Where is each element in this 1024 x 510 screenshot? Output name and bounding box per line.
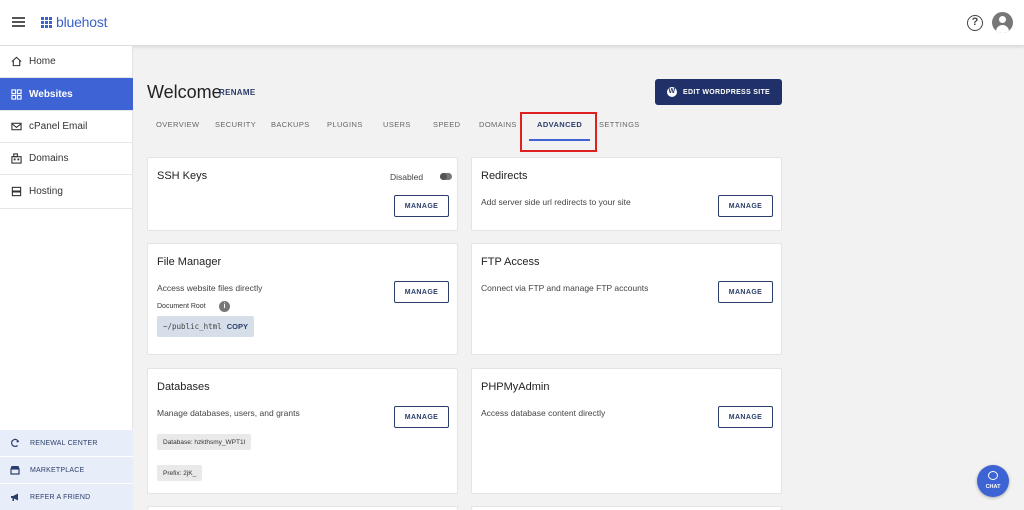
hamburger-icon[interactable] — [12, 17, 25, 27]
sidebar-item-cpanel-email[interactable]: cPanel Email — [0, 111, 133, 143]
tab-backups[interactable]: BACKUPS — [271, 120, 310, 142]
sidebar-item-renewal-center[interactable]: RENEWAL CENTER — [0, 429, 133, 456]
help-icon[interactable]: ? — [967, 15, 983, 31]
phpmyadmin-manage-button[interactable]: MANAGE — [718, 406, 773, 428]
database-name-chip: Database: hzkthsmy_WPT1I — [157, 434, 252, 450]
card-title: File Manager — [157, 256, 222, 268]
sidebar-item-label: Domains — [29, 153, 69, 164]
document-root-value: ~/public_html — [163, 322, 222, 331]
sidebar-item-marketplace[interactable]: MARKETPLACE — [0, 456, 133, 483]
file-manager-manage-button[interactable]: MANAGE — [394, 281, 449, 303]
sidebar-item-label: Websites — [29, 88, 73, 100]
email-icon — [10, 121, 22, 133]
brand-name: bluehost — [56, 14, 108, 30]
file-manager-card: File Manager Access website files direct… — [147, 243, 458, 355]
user-icon[interactable] — [992, 12, 1013, 33]
tab-security[interactable]: SECURITY — [215, 120, 256, 142]
home-icon — [10, 56, 22, 68]
tab-overview[interactable]: OVERVIEW — [156, 120, 200, 142]
next-card-peek — [471, 506, 782, 510]
sidebar-item-label: cPanel Email — [29, 121, 88, 132]
ssh-status-label: Disabled — [390, 172, 424, 182]
sidebar-item-hosting[interactable]: Hosting — [0, 175, 133, 209]
page-title: Welcome — [147, 82, 222, 102]
sidebar: Home Websites cPanel Email Domains Hosti… — [0, 46, 133, 510]
websites-icon — [10, 88, 22, 100]
next-card-peek — [147, 506, 458, 510]
top-bar: bluehost ? — [0, 0, 1024, 46]
sidebar-item-label: Home — [29, 56, 56, 67]
brand-logo[interactable]: bluehost — [41, 14, 108, 30]
card-description: Access database content directly — [481, 408, 606, 418]
tab-settings[interactable]: SETTINGS — [599, 120, 640, 142]
card-title: Databases — [157, 381, 210, 393]
edit-wordpress-site-button[interactable]: W EDIT WORDPRESS SITE — [655, 79, 782, 105]
card-title: FTP Access — [481, 256, 540, 268]
sidebar-footer-label: MARKETPLACE — [30, 466, 85, 474]
card-description: Access website files directly — [157, 283, 263, 293]
rename-link[interactable]: RENAME — [219, 88, 255, 97]
advanced-tab-highlight-box — [520, 112, 597, 152]
ftp-manage-button[interactable]: MANAGE — [718, 281, 773, 303]
hosting-icon — [10, 186, 22, 198]
tab-domains[interactable]: DOMAINS — [479, 120, 517, 142]
chat-button[interactable]: CHAT — [977, 465, 1009, 497]
sidebar-item-label: Hosting — [29, 186, 63, 197]
info-icon[interactable]: i — [219, 301, 230, 312]
wordpress-icon: W — [667, 87, 677, 97]
renewal-icon — [10, 438, 21, 449]
domains-icon — [10, 153, 22, 165]
redirects-card: Redirects Add server side url redirects … — [471, 157, 782, 231]
card-description: Connect via FTP and manage FTP accounts — [481, 283, 649, 293]
redirects-manage-button[interactable]: MANAGE — [718, 195, 773, 217]
card-description: Add server side url redirects to your si… — [481, 197, 631, 207]
phpmyadmin-card: PHPMyAdmin Access database content direc… — [471, 368, 782, 494]
logo-grid-icon — [41, 16, 52, 28]
edit-wordpress-label: EDIT WORDPRESS SITE — [683, 88, 770, 96]
card-title: Redirects — [481, 170, 528, 182]
tab-speed[interactable]: SPEED — [433, 120, 460, 142]
databases-manage-button[interactable]: MANAGE — [394, 406, 449, 428]
tab-users[interactable]: USERS — [383, 120, 411, 142]
card-description: Manage databases, users, and grants — [157, 408, 300, 418]
database-prefix-chip: Prefix: 2jK_ — [157, 465, 203, 481]
sidebar-item-domains[interactable]: Domains — [0, 143, 133, 175]
databases-card: Databases Manage databases, users, and g… — [147, 368, 458, 494]
chat-label: CHAT — [985, 484, 1001, 490]
document-root-label: Document Root — [157, 303, 206, 310]
sidebar-item-refer-a-friend[interactable]: REFER A FRIEND — [0, 483, 133, 510]
chat-bubble-icon — [988, 471, 998, 480]
ftp-access-card: FTP Access Connect via FTP and manage FT… — [471, 243, 782, 355]
sidebar-footer-label: RENEWAL CENTER — [30, 439, 98, 447]
card-title: SSH Keys — [157, 170, 208, 182]
ssh-toggle[interactable] — [440, 173, 452, 180]
sidebar-footer-label: REFER A FRIEND — [30, 493, 91, 501]
copy-button[interactable]: COPY — [227, 322, 248, 331]
marketplace-icon — [10, 465, 21, 476]
sidebar-item-home[interactable]: Home — [0, 46, 133, 78]
tab-plugins[interactable]: PLUGINS — [327, 120, 363, 142]
card-title: PHPMyAdmin — [481, 381, 550, 393]
ssh-keys-card: SSH Keys Disabled MANAGE — [147, 157, 458, 231]
document-root-path: ~/public_html COPY — [157, 316, 254, 337]
ssh-manage-button[interactable]: MANAGE — [394, 195, 449, 217]
megaphone-icon — [10, 492, 21, 503]
sidebar-item-websites[interactable]: Websites — [0, 78, 133, 111]
